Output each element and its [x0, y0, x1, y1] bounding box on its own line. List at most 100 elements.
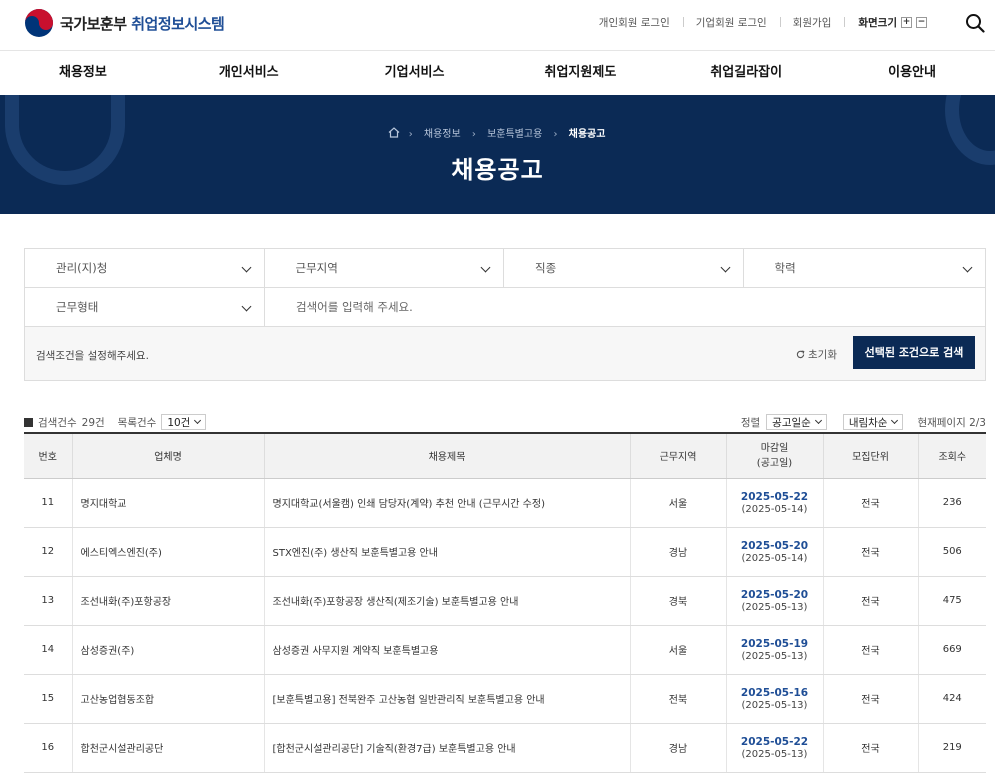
chevron-down-icon [891, 416, 899, 425]
zoom-label: 화면크기 [858, 17, 897, 29]
company-login-link[interactable]: 기업회원 로그인 [682, 15, 780, 30]
cell-title[interactable]: 삼성증권 사무지원 계약직 보훈특별고용 [264, 625, 631, 675]
page-hero: › 채용정보 › 보훈특별고용 › 채용공고 채용공고 [0, 95, 995, 214]
filter-label: 직종 [535, 261, 557, 275]
signup-link[interactable]: 회원가입 [779, 15, 845, 30]
cell-unit: 전국 [823, 674, 919, 724]
cell-title[interactable]: STX엔진(주) 생산직 보훈특별고용 안내 [264, 527, 631, 577]
total-count-value: 29건 [81, 416, 105, 429]
table-row[interactable]: 12 에스티엑스엔진(주) STX엔진(주) 생산직 보훈특별고용 안내 경남 2025… [24, 527, 986, 577]
breadcrumb-separator: › [471, 129, 476, 140]
cell-title[interactable]: [합천군시설관리공단] 기술직(환경7급) 보훈특별고용 안내 [264, 723, 631, 773]
breadcrumb-item[interactable]: 채용정보 [424, 129, 461, 140]
cell-company: 에스티엑스엔진(주) [72, 527, 265, 577]
chevron-down-icon [962, 262, 973, 273]
cell-region: 서울 [630, 478, 727, 528]
filter-job-type-select[interactable]: 직종 [504, 249, 744, 288]
sort-select[interactable]: 공고일순 [766, 414, 827, 430]
cell-company: 고산농업협동조합 [72, 674, 265, 724]
search-icon[interactable] [965, 13, 985, 33]
filter-row: 근무형태 검색어를 입력해 주세요. [25, 288, 985, 327]
nav-employment-support[interactable]: 취업지원제도 [497, 51, 663, 95]
posted-date: (2025-05-13) [741, 650, 808, 662]
nav-company-service[interactable]: 기업서비스 [332, 51, 498, 95]
chevron-down-icon [194, 416, 202, 425]
deadline-date: 2025-05-19 [740, 637, 809, 650]
top-header: 국가보훈부 취업정보시스템 개인회원 로그인 기업회원 로그인 회원가입 화면크… [0, 0, 995, 48]
cell-region: 경남 [630, 723, 727, 773]
grid-icon [24, 417, 33, 427]
cell-number: 11 [24, 478, 73, 528]
search-submit-button[interactable]: 선택된 조건으로 검색 [853, 336, 975, 369]
filter-label: 학력 [774, 261, 796, 275]
list-meta-left: 검색건수 29건 목록건수 10건 [24, 414, 207, 430]
deadline-date: 2025-05-16 [740, 686, 809, 699]
reset-label: 초기화 [808, 349, 837, 361]
filter-region-select[interactable]: 근무지역 [265, 249, 504, 288]
cell-deadline: 2025-05-22 (2025-05-13) [726, 723, 824, 773]
filter-label: 근무지역 [295, 261, 338, 275]
per-page-value: 10건 [167, 416, 191, 429]
zoom-in-button[interactable]: + [901, 17, 912, 28]
cell-title[interactable]: [보훈특별고용] 전북완주 고산농협 일반관리직 보훈특별고용 안내 [264, 674, 631, 724]
col-header-views: 조회수 [918, 432, 986, 479]
filter-education-select[interactable]: 학력 [744, 249, 986, 288]
cell-number: 12 [24, 527, 73, 577]
posted-date: (2025-05-13) [741, 699, 808, 711]
posted-date: (2025-05-14) [741, 552, 808, 564]
chevron-down-icon [241, 262, 251, 273]
nav-job-info[interactable]: 채용정보 [0, 51, 166, 95]
filter-row: 관리(지)청 근무지역 직종 학력 [25, 249, 985, 288]
personal-login-link[interactable]: 개인회원 로그인 [586, 15, 683, 30]
breadcrumb: › 채용정보 › 보훈특별고용 › 채용공고 [0, 125, 995, 140]
reset-button[interactable]: 초기화 [796, 347, 837, 362]
breadcrumb-item[interactable]: 보훈특별고용 [487, 129, 542, 140]
cell-unit: 전국 [823, 527, 919, 577]
chevron-down-icon [720, 262, 730, 273]
filter-work-type-select[interactable]: 근무형태 [25, 288, 265, 327]
cell-region: 서울 [630, 625, 727, 675]
utility-links: 개인회원 로그인 기업회원 로그인 회원가입 화면크기 + − [586, 15, 927, 30]
refresh-icon [796, 350, 805, 359]
filter-office-select[interactable]: 관리(지)청 [25, 249, 265, 288]
posted-date: (2025-05-14) [741, 503, 808, 515]
org-name: 국가보훈부 [60, 14, 127, 33]
cell-company: 명지대학교 [72, 478, 265, 528]
deadline-date: 2025-05-20 [740, 539, 809, 552]
cell-company: 조선내화(주)포항공장 [72, 576, 265, 626]
table-row[interactable]: 15 고산농업협동조합 [보훈특별고용] 전북완주 고산농협 일반관리직 보훈특별고… [24, 674, 986, 724]
cell-number: 13 [24, 576, 73, 626]
search-panel: 관리(지)청 근무지역 직종 학력 근무형태 검색어를 입력해 주세요. 검색조… [24, 248, 986, 381]
table-row[interactable]: 13 조선내화(주)포항공장 조선내화(주)포항공장 생산직(제조기술) 보훈특별고… [24, 576, 986, 626]
home-icon[interactable] [388, 127, 403, 140]
cell-deadline: 2025-05-16 (2025-05-13) [726, 674, 824, 724]
col-header-number: 번호 [24, 432, 73, 479]
chevron-down-icon [814, 416, 822, 425]
per-page-select[interactable]: 10건 [161, 414, 207, 430]
table-row[interactable]: 16 합천군시설관리공단 [합천군시설관리공단] 기술직(환경7급) 보훈특별고용 … [24, 723, 986, 773]
col-header-unit: 모집단위 [823, 432, 919, 479]
zoom-out-button[interactable]: − [916, 17, 927, 28]
nav-personal-service[interactable]: 개인서비스 [166, 51, 332, 95]
table-row[interactable]: 14 삼성증권(주) 삼성증권 사무지원 계약직 보훈특별고용 서울 2025-05-1… [24, 625, 986, 675]
page-title: 채용공고 [451, 156, 544, 184]
cell-views: 219 [918, 723, 986, 773]
nav-usage-guide[interactable]: 이용안내 [829, 51, 995, 95]
total-count-label: 검색건수 [38, 416, 77, 429]
nav-career-guide[interactable]: 취업길라잡이 [663, 51, 829, 95]
order-select[interactable]: 내림차순 [842, 414, 904, 430]
cell-region: 경남 [630, 527, 727, 577]
logo-text: 국가보훈부 취업정보시스템 [60, 13, 225, 34]
cell-deadline: 2025-05-20 (2025-05-14) [726, 527, 824, 577]
cell-title[interactable]: 명지대학교(서울캠) 인쇄 담당자(계약) 추천 안내 (근무시간 수정) [264, 478, 631, 528]
cell-number: 15 [24, 674, 73, 724]
cell-views: 236 [918, 478, 986, 528]
deadline-date: 2025-05-22 [740, 490, 809, 503]
search-footer: 검색조건을 설정해주세요. 초기화 선택된 조건으로 검색 [25, 327, 985, 380]
table-row[interactable]: 11 명지대학교 명지대학교(서울캠) 인쇄 담당자(계약) 추천 안내 (근무시간… [24, 478, 986, 528]
cell-unit: 전국 [823, 625, 919, 675]
keyword-input[interactable]: 검색어를 입력해 주세요. [265, 288, 985, 327]
cell-title[interactable]: 조선내화(주)포항공장 생산직(제조기술) 보훈특별고용 안내 [264, 576, 631, 626]
search-hint: 검색조건을 설정해주세요. [36, 350, 149, 362]
site-logo[interactable]: 국가보훈부 취업정보시스템 [24, 8, 225, 38]
